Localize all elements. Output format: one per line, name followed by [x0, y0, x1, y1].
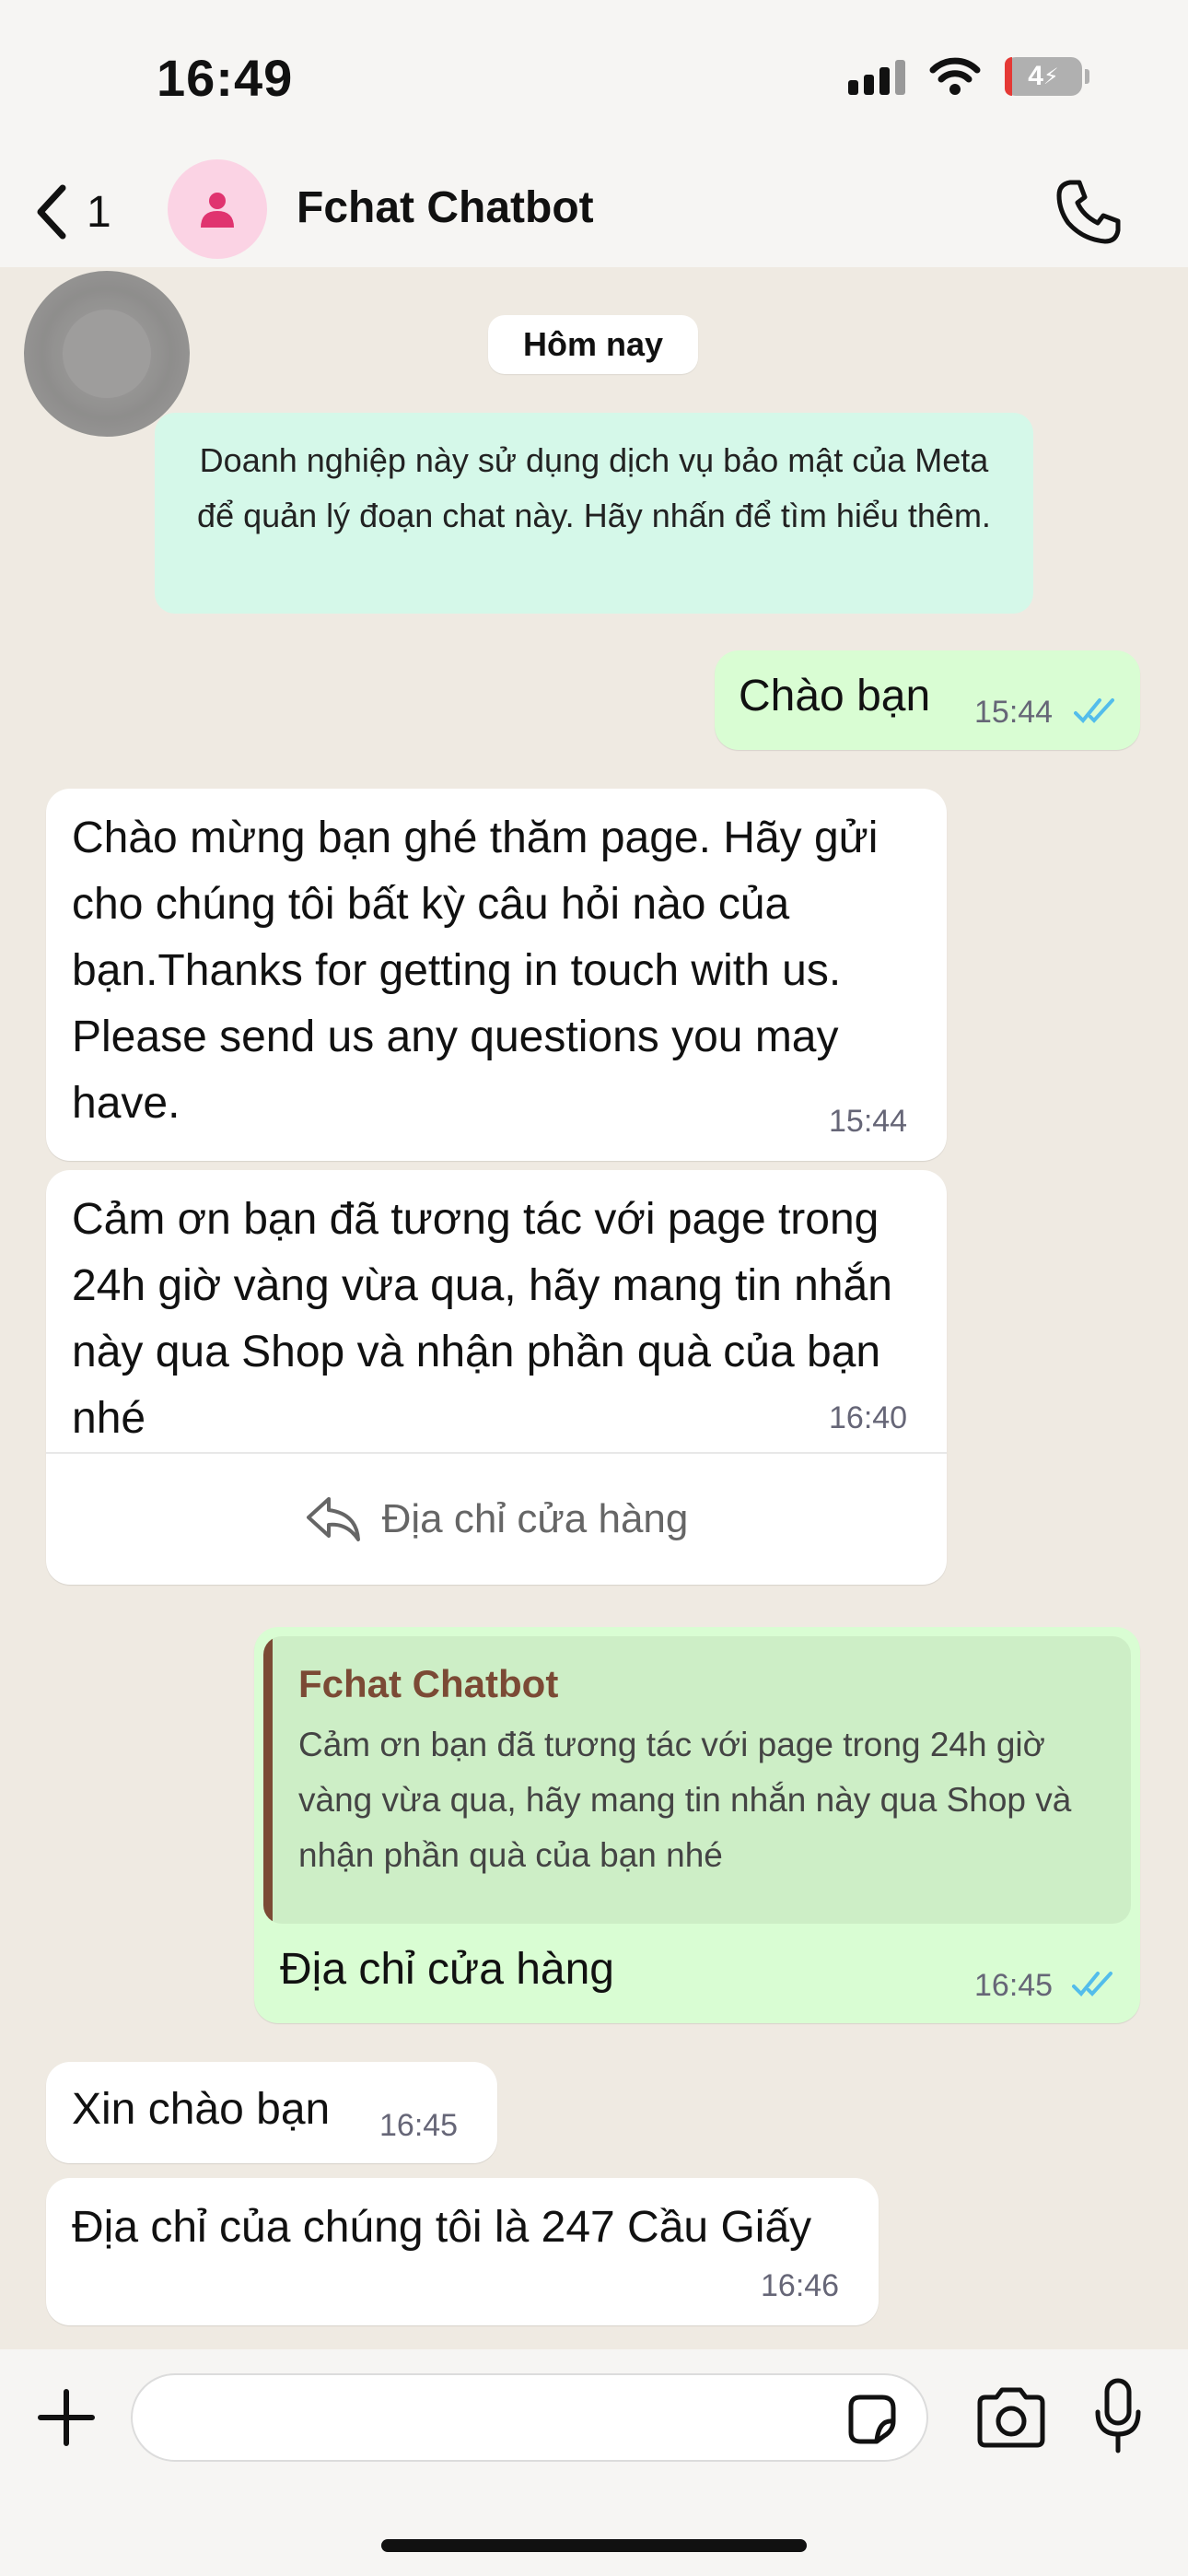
unread-count: 1 — [87, 187, 111, 237]
assistive-touch-button[interactable] — [24, 271, 190, 437]
message-outgoing-reply[interactable]: Fchat Chatbot Cảm ơn bạn đã tương tác vớ… — [254, 1627, 1140, 2023]
message-input[interactable] — [131, 2373, 928, 2462]
chat-area[interactable]: Hôm nay Doanh nghiệp này sử dụng dịch vụ… — [0, 267, 1188, 2349]
message-time: 16:45 — [379, 2108, 459, 2143]
wifi-icon — [929, 57, 981, 95]
encryption-notice[interactable]: Doanh nghiệp này sử dụng dịch vụ bảo mật… — [155, 413, 1033, 614]
store-address-label: Địa chỉ cửa hàng — [381, 1496, 689, 1541]
message-incoming[interactable]: Địa chỉ của chúng tôi là 247 Cầu Giấy 16… — [46, 2178, 879, 2325]
read-receipt-icon — [1072, 1972, 1112, 1996]
chat-header: 1 Fchat Chatbot — [0, 157, 1188, 267]
message-text: Cảm ơn bạn đã tương tác với page trong 2… — [72, 1195, 892, 1443]
sticker-icon[interactable] — [842, 2390, 901, 2449]
read-receipt-icon — [1074, 698, 1114, 723]
message-outgoing[interactable]: Chào bạn 15:44 — [715, 650, 1140, 750]
plus-icon[interactable] — [33, 2384, 99, 2451]
microphone-icon[interactable] — [1092, 2377, 1144, 2456]
message-text: Chào mừng bạn ghé thăm page. Hãy gửi cho… — [72, 814, 879, 1128]
message-time: 15:44 — [829, 1104, 908, 1139]
message-time: 16:45 — [974, 1968, 1054, 2003]
message-time: 16:46 — [761, 2268, 840, 2303]
phone-call-icon[interactable] — [1054, 177, 1124, 247]
quote-accent-bar — [263, 1636, 273, 1924]
reply-icon — [306, 1497, 360, 1541]
battery-level: 4 — [1028, 61, 1043, 91]
back-button[interactable]: 1 — [33, 179, 111, 245]
message-text: Chào bạn — [739, 672, 931, 720]
message-text: Địa chỉ cửa hàng — [280, 1945, 614, 1994]
camera-icon[interactable] — [974, 2384, 1048, 2451]
cellular-signal-icon — [848, 58, 905, 95]
message-incoming[interactable]: Chào mừng bạn ghé thăm page. Hãy gửi cho… — [46, 789, 947, 1161]
battery-icon: 4 ⚡ — [1005, 57, 1089, 96]
person-icon — [201, 193, 234, 228]
contact-name[interactable]: Fchat Chatbot — [297, 182, 594, 233]
assistive-touch-inner — [63, 310, 151, 398]
message-text: Xin chào bạn — [72, 2085, 331, 2134]
message-time: 15:44 — [974, 695, 1054, 730]
status-icons: 4 ⚡ — [848, 57, 1089, 96]
avatar[interactable] — [168, 159, 267, 259]
status-time: 16:49 — [157, 49, 294, 107]
home-indicator[interactable] — [381, 2539, 807, 2552]
message-incoming[interactable]: Xin chào bạn 16:45 — [46, 2062, 497, 2163]
quoted-message[interactable]: Fchat Chatbot Cảm ơn bạn đã tương tác vớ… — [263, 1636, 1131, 1924]
status-bar: 16:49 4 ⚡ — [0, 0, 1188, 157]
message-time: 16:40 — [829, 1400, 908, 1435]
composer-bar — [0, 2349, 1188, 2576]
store-address-button[interactable]: Địa chỉ cửa hàng — [46, 1454, 947, 1585]
quote-author: Fchat Chatbot — [298, 1662, 559, 1705]
quote-text: Cảm ơn bạn đã tương tác với page trong 2… — [298, 1726, 1072, 1874]
message-incoming[interactable]: Cảm ơn bạn đã tương tác với page trong 2… — [46, 1170, 947, 1585]
chevron-left-icon — [37, 184, 66, 240]
message-text: Địa chỉ của chúng tôi là 247 Cầu Giấy — [72, 2203, 812, 2252]
date-separator: Hôm nay — [488, 315, 698, 374]
